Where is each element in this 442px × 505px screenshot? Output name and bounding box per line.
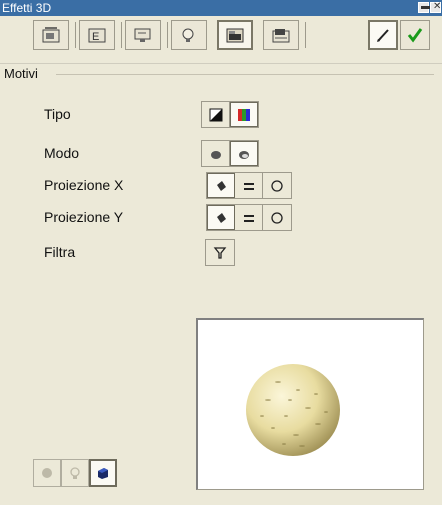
toolbar-separator [121,22,122,48]
preview-lights-button[interactable] [61,459,89,487]
proiezione-x-circular-button[interactable] [263,173,291,198]
flat-mode-icon [210,150,221,159]
geometry-button[interactable] [33,20,69,50]
edit-pen-icon [377,29,389,42]
preview-shape-toolbar [33,459,117,487]
parallel-projection-icon [243,182,254,190]
tipo-color-button[interactable] [230,102,258,127]
texture-preview [196,318,424,490]
row-label-tipo: Tipo [44,106,71,122]
modo-texture-button[interactable] [230,141,258,166]
proiezione-x-object-button[interactable] [207,173,235,198]
filter-icon [213,246,227,259]
title-bar: Effetti 3D ▬ ✕ [0,0,442,16]
close-button[interactable]: ✕ [430,1,442,13]
close-icon: ✕ [433,1,442,12]
edit-button[interactable] [368,20,398,50]
sphere-shape-icon [42,468,52,478]
proiezione-x-parallel-button[interactable] [235,173,263,198]
illumination-button[interactable] [125,20,161,50]
parallel-projection-icon [243,214,254,222]
proiezione-y-parallel-button[interactable] [235,205,263,230]
lighting-button[interactable] [171,20,207,50]
svg-text:E: E [92,31,99,43]
texture-mode-icon [239,150,249,159]
geometry-icon [42,27,60,43]
proiezione-y-selector[interactable] [206,204,292,231]
color-icon [238,108,250,121]
illumination-icon [134,28,151,42]
shading-button[interactable]: E [79,20,115,50]
row-label-proiezione-y: Proiezione Y [44,209,124,225]
filtra-toggle-button[interactable] [206,240,234,265]
textures-icon [226,28,244,43]
object-projection-icon [217,180,226,191]
toolbar-separator [75,22,76,48]
toolbar-divider [0,63,442,64]
modo-flat-button[interactable] [202,141,230,166]
preview-cube-button[interactable] [89,459,117,487]
preview-sphere-button[interactable] [33,459,61,487]
tipo-grayscale-button[interactable] [202,102,230,127]
window-title: Effetti 3D [2,1,52,15]
material-icon [272,29,290,43]
proiezione-x-selector[interactable] [206,172,292,199]
textures-button[interactable] [217,20,253,50]
cube-shape-icon [98,468,108,479]
apply-button[interactable] [400,20,430,50]
shading-icon: E [88,28,106,43]
modo-selector[interactable] [201,140,259,167]
section-title: Motivi [4,66,38,81]
circular-projection-icon [271,179,283,192]
tipo-selector[interactable] [201,101,259,128]
proiezione-y-object-button[interactable] [207,205,235,230]
row-label-proiezione-x: Proiezione X [44,177,124,193]
toolbar-separator [305,22,306,48]
lighting-icon [182,28,194,42]
title-bar-buttons: ▬ ✕ [418,1,442,13]
sphere-preview-image [246,364,340,456]
grayscale-icon [209,108,222,121]
filtra-selector[interactable] [205,239,235,266]
apply-checkmark-icon [407,28,423,43]
proiezione-y-circular-button[interactable] [263,205,291,230]
toolbar-separator [167,22,168,48]
circular-projection-icon [271,211,283,224]
object-projection-icon [217,212,226,223]
material-button[interactable] [263,20,299,50]
row-label-filtra: Filtra [44,244,76,260]
light-bulb-icon [70,467,80,479]
row-label-modo: Modo [44,145,80,161]
section-divider [56,74,434,75]
minimize-button[interactable]: ▬ [418,1,431,13]
